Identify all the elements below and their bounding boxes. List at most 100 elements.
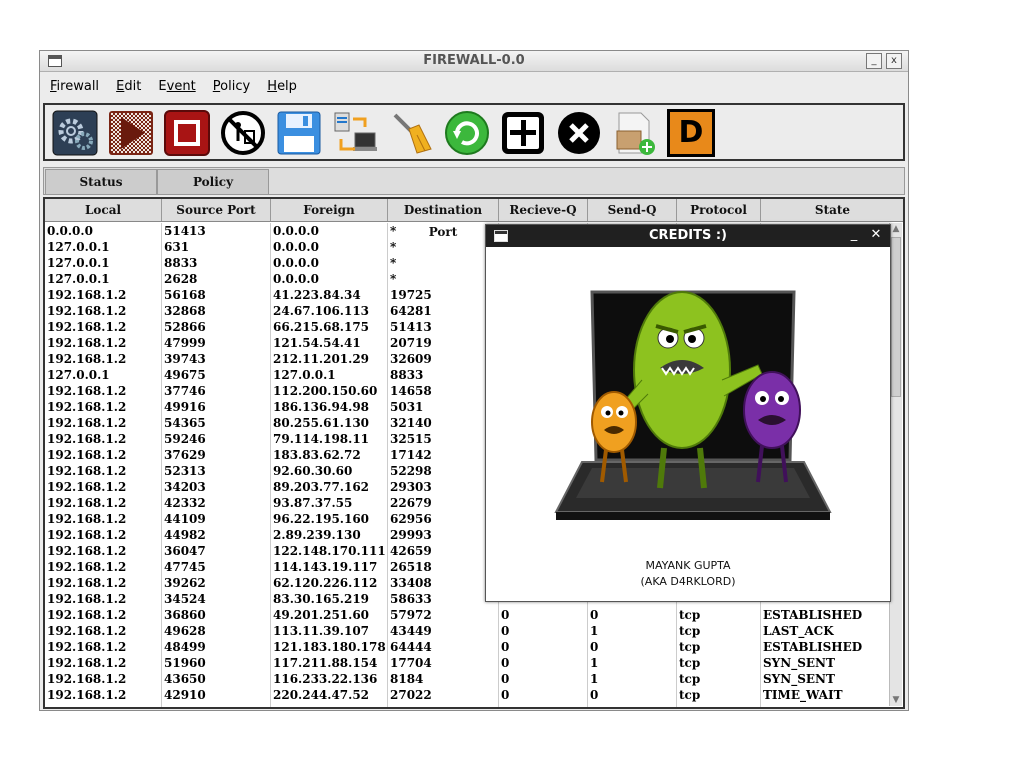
col-recieve-q[interactable]: Recieve-Q [499, 199, 588, 221]
cell-local: 192.168.1.2 [47, 560, 127, 574]
table-row[interactable]: 192.168.1.2 51960 117.211.88.154 17704 0 1 tcp… [45, 655, 890, 671]
cell-destination-port: 32609 [390, 352, 432, 366]
table-row[interactable]: 192.168.1.2 49628 113.11.39.107 43449 0 1 tcp L… [45, 623, 890, 639]
settings-gear-icon[interactable] [51, 109, 99, 157]
cell-foreign: 114.143.19.117 [273, 560, 378, 574]
cell-local: 192.168.1.2 [47, 432, 127, 446]
cell-recieve-q: 0 [501, 640, 510, 654]
scroll-up-arrow-icon[interactable]: ▲ [890, 223, 902, 235]
clear-log-icon[interactable] [219, 109, 267, 157]
cell-local: 192.168.1.2 [47, 544, 127, 558]
sweep-broom-icon[interactable] [387, 109, 435, 157]
cell-destination-port: 43449 [390, 624, 432, 638]
col-foreign[interactable]: Foreign [271, 199, 388, 221]
table-row[interactable]: 192.168.1.2 48499 121.183.180.178 64444 0 0 tc… [45, 639, 890, 655]
cell-state: SYN_SENT [763, 656, 835, 670]
table-row[interactable]: 192.168.1.2 43650 116.233.22.136 8184 0 1 tcp S… [45, 671, 890, 687]
cell-local: 192.168.1.2 [47, 672, 127, 686]
cell-local: 192.168.1.2 [47, 656, 127, 670]
dialog-titlebar[interactable]: CREDITS :) _ ✕ [486, 225, 890, 247]
cell-source-port: 39743 [164, 352, 206, 366]
credits-dialog: CREDITS :) _ ✕ MAYANK GUPTA (AKA D4RKLOR… [485, 224, 891, 602]
cell-source-port: 51413 [164, 224, 206, 238]
cell-local: 192.168.1.2 [47, 624, 127, 638]
cell-local: 192.168.1.2 [47, 592, 127, 606]
cell-destination-port: 27022 [390, 688, 432, 702]
minimize-button[interactable]: _ [866, 53, 882, 69]
network-transfer-icon[interactable] [331, 109, 379, 157]
window-titlebar[interactable]: FIREWALL-0.0 _ x [40, 51, 908, 72]
cell-source-port: 59246 [164, 432, 206, 446]
cell-foreign: 0.0.0.0 [273, 272, 319, 286]
cell-state: ESTABLISHED [763, 640, 863, 654]
cell-source-port: 47745 [164, 560, 206, 574]
window-title: FIREWALL-0.0 [423, 53, 525, 68]
cell-state: LAST_ACK [763, 624, 834, 638]
cell-destination-port: * [390, 272, 397, 286]
cell-source-port: 37629 [164, 448, 206, 462]
col-send-q[interactable]: Send-Q [588, 199, 677, 221]
cell-state: ESTABLISHED [763, 608, 863, 622]
scroll-down-arrow-icon[interactable]: ▼ [890, 694, 902, 706]
cell-destination-port: 62956 [390, 512, 432, 526]
play-icon[interactable] [107, 109, 155, 157]
refresh-icon[interactable] [443, 109, 491, 157]
dialog-close-button[interactable]: ✕ [868, 227, 884, 243]
col-source-port[interactable]: Source Port [162, 199, 271, 221]
cell-protocol: tcp [679, 672, 701, 686]
cell-protocol: tcp [679, 608, 701, 622]
tab-policy[interactable]: Policy [157, 169, 269, 195]
cell-destination-port: 64281 [390, 304, 432, 318]
cell-protocol: tcp [679, 624, 701, 638]
menu-help[interactable]: Help [267, 79, 297, 94]
menu-edit[interactable]: Edit [116, 79, 141, 94]
cell-destination-port: 57972 [390, 608, 432, 622]
col-local[interactable]: Local [45, 199, 162, 221]
cell-local: 192.168.1.2 [47, 688, 127, 702]
cell-destination-port: * [390, 256, 397, 270]
col-destination-port[interactable]: Destination Port [388, 199, 499, 239]
save-floppy-icon[interactable] [275, 109, 323, 157]
virus-laptop-illustration [554, 290, 832, 520]
cell-destination-port: 20719 [390, 336, 432, 350]
cell-foreign: 2.89.239.130 [273, 528, 361, 542]
cell-foreign: 24.67.106.113 [273, 304, 370, 318]
menu-firewall[interactable]: Firewall [50, 79, 99, 94]
cell-source-port: 37746 [164, 384, 206, 398]
cell-destination-port: 8184 [390, 672, 424, 686]
scrollbar-thumb[interactable] [891, 237, 901, 397]
cell-destination-port: 42659 [390, 544, 432, 558]
close-button[interactable]: x [886, 53, 902, 69]
new-package-icon[interactable] [611, 109, 659, 157]
cell-source-port: 42332 [164, 496, 206, 510]
d-icon-label: D [678, 115, 704, 150]
cell-local: 192.168.1.2 [47, 400, 127, 414]
d-icon[interactable]: D [667, 109, 715, 157]
col-state[interactable]: State [761, 199, 903, 221]
stop-icon[interactable] [163, 109, 211, 157]
cell-local: 192.168.1.2 [47, 576, 127, 590]
cell-foreign: 186.136.94.98 [273, 400, 370, 414]
cell-destination-port: 5031 [390, 400, 424, 414]
cell-destination-port: * [390, 240, 397, 254]
cell-foreign: 49.201.251.60 [273, 608, 370, 622]
col-protocol[interactable]: Protocol [677, 199, 761, 221]
cell-foreign: 41.223.84.34 [273, 288, 361, 302]
cell-destination-port: 33408 [390, 576, 432, 590]
cell-local: 192.168.1.2 [47, 448, 127, 462]
credit-author: MAYANK GUPTA [645, 559, 731, 572]
tab-status[interactable]: Status [45, 169, 157, 195]
cell-local: 192.168.1.2 [47, 336, 127, 350]
add-rule-icon[interactable] [499, 109, 547, 157]
menu-event[interactable]: Event [158, 79, 195, 94]
table-row[interactable]: 192.168.1.2 36860 49.201.251.60 57972 0 0 tcp E… [45, 607, 890, 623]
cell-foreign: 0.0.0.0 [273, 256, 319, 270]
cell-recieve-q: 0 [501, 624, 510, 638]
cell-foreign: 92.60.30.60 [273, 464, 353, 478]
remove-rule-icon[interactable] [555, 109, 603, 157]
menu-policy[interactable]: Policy [213, 79, 250, 94]
cell-send-q: 0 [590, 640, 599, 654]
cell-foreign: 121.183.180.178 [273, 640, 386, 654]
table-row[interactable]: 192.168.1.2 42910 220.244.47.52 27022 0 0 tcp T… [45, 687, 890, 703]
dialog-minimize-button[interactable]: _ [846, 227, 862, 243]
